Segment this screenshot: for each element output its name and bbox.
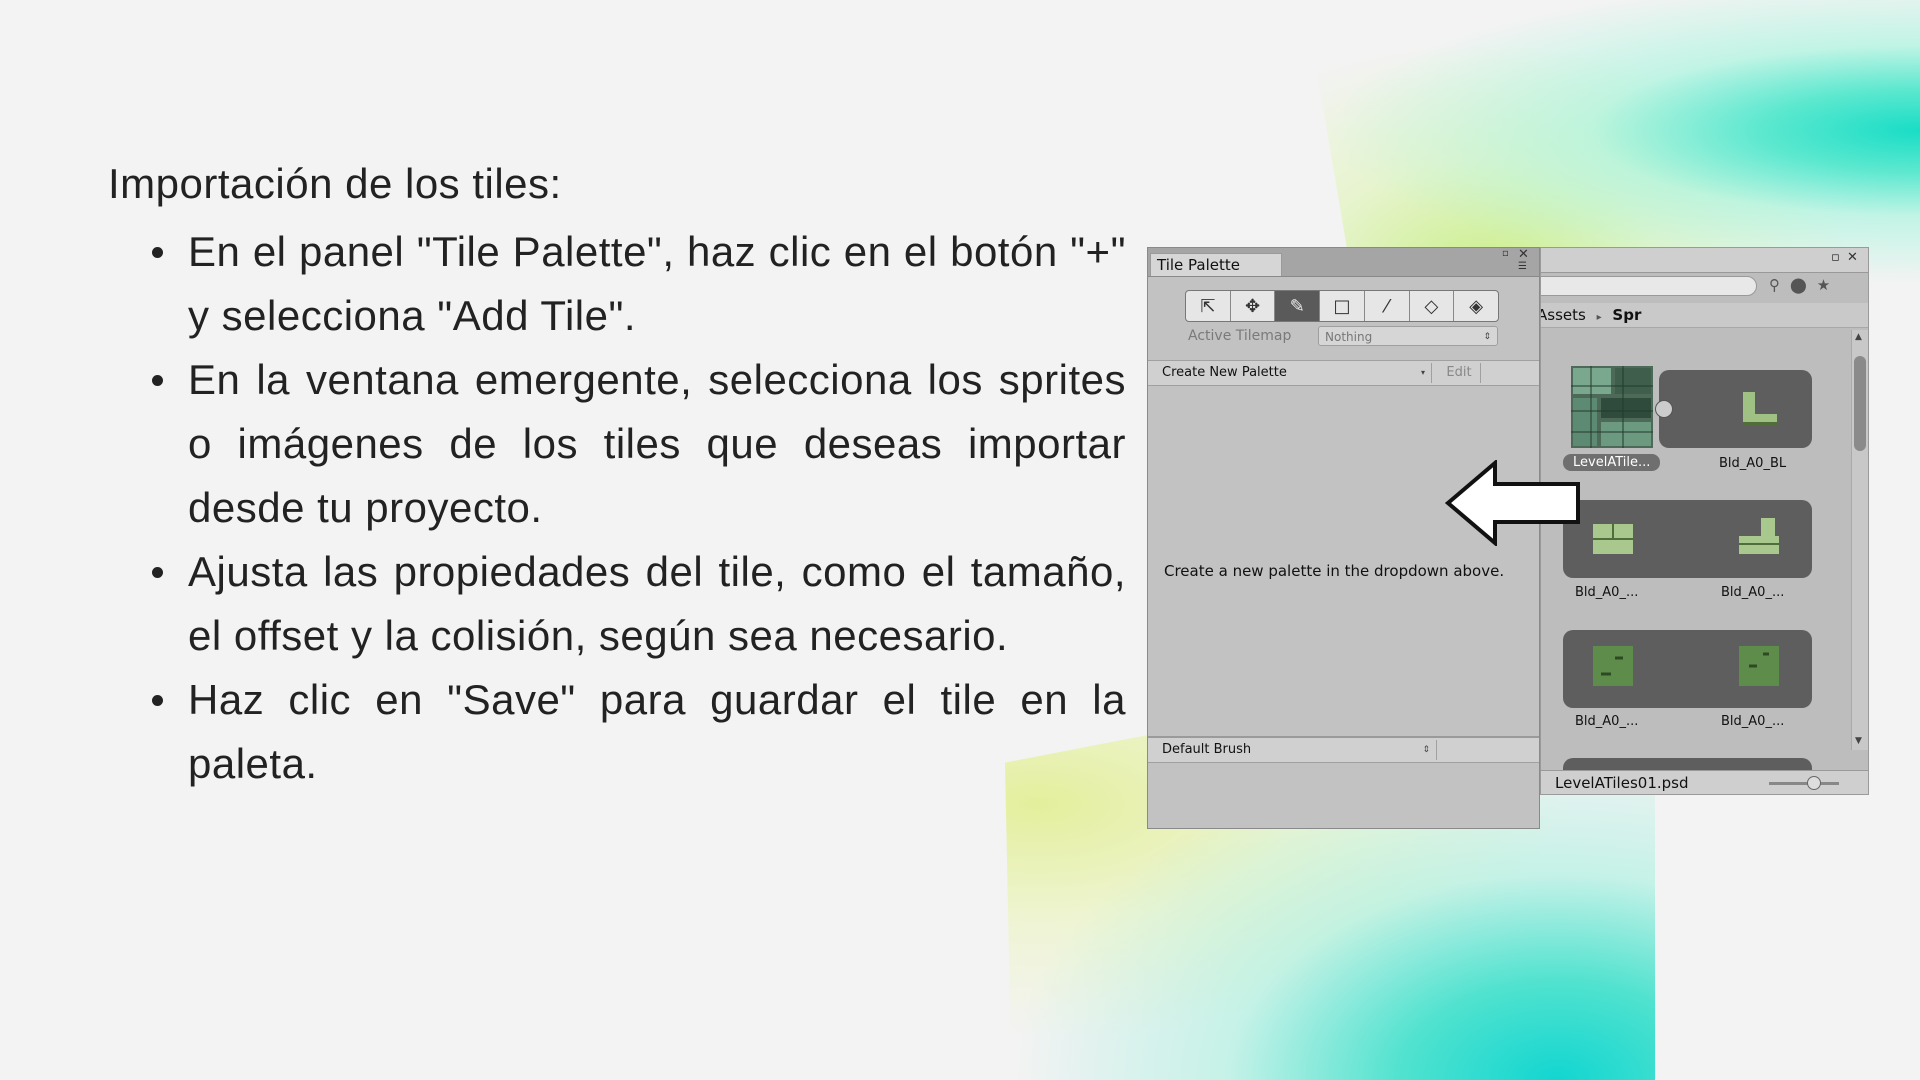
menu-icon[interactable]: ☰ <box>1518 261 1527 272</box>
search-input[interactable] <box>1541 276 1757 296</box>
pointer-arrow-icon <box>1445 460 1580 546</box>
tab-tile-palette[interactable]: Tile Palette <box>1150 253 1282 276</box>
breadcrumb: Assets ▸ Spr <box>1541 303 1868 328</box>
bullet-item: Haz clic en "Save" para guardar el tile … <box>152 668 1126 796</box>
asset-label[interactable]: Bld_A0_... <box>1575 585 1638 600</box>
brush-bar: Default Brush ⇕ <box>1148 736 1539 763</box>
collapse-arrow-icon[interactable] <box>1655 400 1673 418</box>
filter-icons: ⚲⬤★ <box>1769 276 1840 294</box>
tile-palette-titlebar: Tile Palette ▫ ✕ ☰ <box>1148 247 1539 277</box>
asset-label[interactable]: Bld_A0_BL <box>1719 456 1786 471</box>
breadcrumb-sprites[interactable]: Spr <box>1612 306 1641 324</box>
zoom-slider-knob[interactable] <box>1807 776 1821 790</box>
zoom-slider[interactable] <box>1769 782 1839 785</box>
project-footer: LevelATiles01.psd <box>1541 770 1868 794</box>
asset-label[interactable]: Bld_A0_... <box>1721 585 1784 600</box>
tileset-thumbnail[interactable] <box>1571 366 1653 448</box>
eraser-tool-icon[interactable]: ◇ <box>1410 291 1455 321</box>
empty-palette-message: Create a new palette in the dropdown abo… <box>1164 562 1505 580</box>
sprite-thumbnail[interactable] <box>1591 516 1635 560</box>
palette-dropdown-label: Create New Palette <box>1162 365 1287 380</box>
bullet-item: En el panel "Tile Palette", haz clic en … <box>152 220 1126 348</box>
star-icon[interactable]: ★ <box>1817 276 1840 294</box>
bullet-item: En la ventana emergente, selecciona los … <box>152 348 1126 540</box>
palette-bar: Create New Palette ▾ Edit <box>1148 360 1539 386</box>
project-panel-titlebar: ▫ ✕ <box>1541 248 1868 273</box>
updown-icon: ⇕ <box>1422 745 1430 755</box>
select-tool-icon[interactable]: ⇱ <box>1186 291 1231 321</box>
tool-bar: ⇱ ✥ ✎ □ ⁄ ◇ ◈ <box>1185 290 1499 322</box>
dropdown-arrow-icon: ▾ <box>1420 368 1425 377</box>
brush-dropdown[interactable]: Default Brush ⇕ <box>1152 740 1437 760</box>
active-tilemap-value: Nothing <box>1325 330 1373 344</box>
maximize-icon[interactable]: ▫ <box>1502 248 1509 259</box>
active-tilemap-dropdown[interactable]: Nothing ⇕ <box>1318 326 1498 346</box>
maximize-icon[interactable]: ▫ <box>1831 250 1840 265</box>
palette-dropdown[interactable]: Create New Palette ▾ <box>1152 363 1432 383</box>
close-icon[interactable]: ✕ <box>1518 247 1529 262</box>
breadcrumb-assets[interactable]: Assets <box>1541 306 1586 324</box>
asset-group <box>1659 370 1812 448</box>
asset-label[interactable]: Bld_A0_... <box>1575 714 1638 729</box>
scrollbar-thumb[interactable] <box>1854 356 1866 451</box>
vertical-scrollbar[interactable]: ▲ ▼ <box>1851 330 1868 750</box>
scroll-down-icon[interactable]: ▼ <box>1855 736 1862 746</box>
bullet-item: Ajusta las propiedades del tile, como el… <box>152 540 1126 668</box>
slide-title: Importación de los tiles: <box>108 160 562 207</box>
flood-fill-tool-icon[interactable]: ◈ <box>1454 291 1498 321</box>
label-icon[interactable]: ⬤ <box>1790 276 1817 294</box>
picker-tool-icon[interactable]: ⁄ <box>1365 291 1410 321</box>
brush-dropdown-label: Default Brush <box>1162 742 1252 757</box>
project-panel: ▫ ✕ ⚲⬤★ Assets ▸ Spr LevelATile... Bld_A… <box>1540 247 1869 795</box>
asset-label[interactable]: Bld_A0_... <box>1721 714 1784 729</box>
sprite-thumbnail[interactable] <box>1737 644 1781 688</box>
updown-icon: ⇕ <box>1483 332 1491 342</box>
bullet-list: En el panel "Tile Palette", haz clic en … <box>148 220 1126 796</box>
search-by-type-icon[interactable]: ⚲ <box>1769 276 1790 294</box>
active-tilemap-label: Active Tilemap <box>1188 328 1292 344</box>
sprite-thumbnail[interactable] <box>1591 644 1635 688</box>
selected-file-name: LevelATiles01.psd <box>1555 774 1689 792</box>
box-fill-tool-icon[interactable]: □ <box>1320 291 1365 321</box>
sprite-thumbnail[interactable] <box>1737 516 1781 560</box>
close-icon[interactable]: ✕ <box>1847 250 1858 265</box>
edit-button[interactable]: Edit <box>1438 363 1481 383</box>
scroll-up-icon[interactable]: ▲ <box>1855 332 1862 342</box>
breadcrumb-separator: ▸ <box>1596 312 1602 323</box>
sprite-thumbnail[interactable] <box>1737 386 1781 430</box>
paint-brush-tool-icon[interactable]: ✎ <box>1275 291 1321 321</box>
move-tool-icon[interactable]: ✥ <box>1231 291 1276 321</box>
